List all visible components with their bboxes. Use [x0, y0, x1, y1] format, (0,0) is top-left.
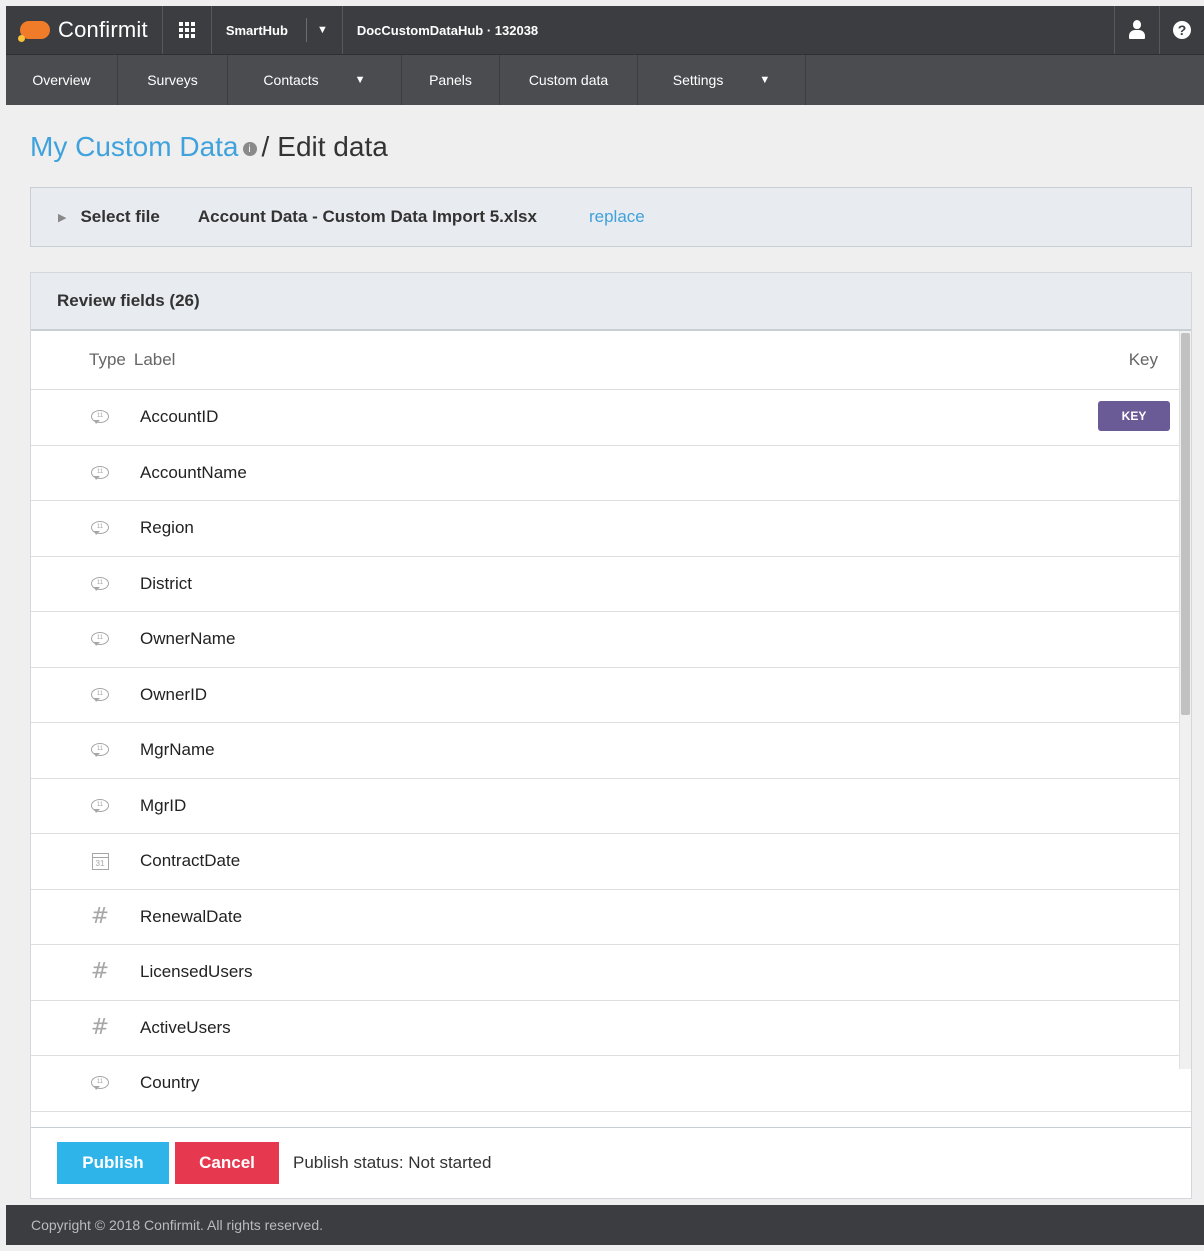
- expand-arrow-icon[interactable]: ▶: [58, 211, 66, 224]
- app-launcher-button[interactable]: [161, 6, 212, 54]
- fields-list[interactable]: 11 AccountID KEY 11 AccountName 11 Region 11 Dis…: [31, 390, 1191, 1128]
- breadcrumb-my-custom-data[interactable]: My Custom Data: [30, 131, 239, 163]
- table-row[interactable]: # LicensedUsers: [31, 945, 1191, 1001]
- text-icon: 11: [90, 576, 110, 591]
- chevron-down-icon: ▼: [354, 74, 366, 86]
- help-icon: ?: [1173, 21, 1191, 39]
- number-icon: #: [90, 903, 110, 929]
- field-label: ContractDate: [140, 851, 241, 871]
- field-label: RenewalDate: [140, 906, 243, 926]
- text-icon: 11: [90, 410, 110, 425]
- nav-label: Panels: [429, 72, 472, 88]
- table-row[interactable]: 11 MgrName: [31, 723, 1191, 779]
- panel-title: Review fields (26): [31, 273, 1191, 331]
- chevron-down-icon: ▼: [759, 74, 771, 86]
- help-button[interactable]: ?: [1159, 6, 1204, 54]
- main-nav: Overview Surveys Contacts ▼ Panels Custo…: [6, 54, 1204, 105]
- table-row[interactable]: 11 AccountName: [31, 446, 1191, 501]
- copyright: Copyright © 2018 Confirmit. All rights r…: [6, 1205, 1204, 1245]
- column-label: Label: [133, 350, 176, 369]
- nav-label: Overview: [32, 72, 91, 88]
- info-icon[interactable]: i: [242, 142, 257, 156]
- text-icon: 11: [90, 521, 110, 536]
- nav-label: Surveys: [147, 72, 198, 88]
- field-label: Country: [140, 1073, 200, 1093]
- table-row[interactable]: 11GeoLoc: [31, 1112, 1191, 1129]
- publish-button[interactable]: Publish: [57, 1142, 169, 1184]
- field-label: OwnerID: [140, 684, 208, 704]
- divider: [305, 18, 307, 42]
- replace-link[interactable]: replace: [589, 207, 645, 227]
- table-row[interactable]: # RenewalDate: [31, 890, 1191, 945]
- publish-status: Publish status: Not started: [293, 1153, 492, 1172]
- nav-label: Contacts: [263, 72, 319, 88]
- nav-custom-data[interactable]: Custom data: [500, 55, 638, 105]
- date-icon: 31: [90, 852, 110, 870]
- table-row[interactable]: 11 MgrID: [31, 779, 1191, 834]
- field-label: AccountID: [140, 407, 219, 427]
- file-name: Account Data - Custom Data Import 5.xlsx: [197, 207, 537, 226]
- hub-selector[interactable]: SmartHub ▼: [212, 6, 342, 54]
- table-header: Type Label Key: [31, 331, 1191, 390]
- project-name: DocCustomDataHub · 132038: [341, 6, 538, 54]
- table-row[interactable]: 11 District: [31, 557, 1191, 612]
- field-label: OwnerName: [140, 629, 236, 649]
- nav-label: Custom data: [528, 72, 609, 88]
- nav-overview[interactable]: Overview: [6, 55, 118, 105]
- text-icon: 11: [90, 798, 110, 813]
- cancel-button[interactable]: Cancel: [175, 1142, 279, 1184]
- table-row[interactable]: 11 OwnerName: [31, 612, 1191, 668]
- user-button[interactable]: [1114, 6, 1159, 54]
- hub-name: SmartHub: [225, 22, 288, 38]
- nav-panels[interactable]: Panels: [402, 55, 500, 105]
- table-row[interactable]: # ActiveUsers: [31, 1001, 1191, 1056]
- review-fields-panel: Review fields (26) Type Label Key 11 Acco…: [30, 272, 1192, 1199]
- field-label: LicensedUsers: [140, 962, 253, 982]
- table-row[interactable]: 11 OwnerID: [31, 668, 1191, 723]
- nav-settings[interactable]: Settings ▼: [638, 55, 806, 105]
- table-row[interactable]: 11 Region: [31, 501, 1191, 557]
- nav-contacts[interactable]: Contacts ▼: [228, 55, 402, 105]
- field-label: MgrID: [140, 795, 187, 815]
- number-icon: #: [90, 959, 110, 985]
- column-key: Key: [1128, 350, 1158, 369]
- select-file-bar: ▶ Select file Account Data - Custom Data…: [30, 187, 1192, 247]
- text-icon: 11: [90, 1076, 110, 1091]
- text-icon: 11: [90, 687, 110, 702]
- text-icon: 11: [90, 743, 110, 758]
- grid-icon: [178, 22, 195, 38]
- user-icon: [1128, 20, 1146, 40]
- brand-name: Confirmit: [58, 17, 148, 42]
- table-row[interactable]: 31 ContractDate: [31, 834, 1191, 890]
- select-file-toggle[interactable]: Select file: [80, 207, 159, 227]
- field-label: MgrName: [140, 740, 215, 760]
- brand[interactable]: Confirmit: [6, 6, 162, 54]
- field-label: ActiveUsers: [140, 1017, 231, 1037]
- text-icon: 11: [90, 465, 110, 480]
- table-row[interactable]: 11 AccountID KEY: [31, 390, 1191, 446]
- field-label: AccountName: [140, 462, 247, 482]
- field-label: Region: [140, 518, 194, 538]
- confirmit-logo-icon: [16, 18, 50, 42]
- scrollbar-thumb[interactable]: [1181, 333, 1190, 715]
- text-icon: 11: [90, 632, 110, 647]
- key-badge[interactable]: KEY: [1098, 401, 1170, 431]
- number-icon: #: [90, 1014, 110, 1040]
- column-type: Type: [89, 350, 126, 369]
- chevron-down-icon: ▼: [316, 24, 328, 36]
- field-label: District: [140, 573, 192, 593]
- page-title: My Custom Data i / Edit data: [30, 131, 388, 163]
- page-heading: Edit data: [277, 131, 388, 162]
- table-row[interactable]: 11 Country: [31, 1056, 1191, 1112]
- nav-surveys[interactable]: Surveys: [118, 55, 228, 105]
- action-bar: Publish Cancel Publish status: Not start…: [31, 1127, 1191, 1198]
- top-bar: Confirmit SmartHub ▼ DocCustomDataHub · …: [6, 6, 1204, 54]
- scrollbar[interactable]: [1179, 331, 1191, 1069]
- breadcrumb-separator: /: [261, 131, 270, 162]
- nav-label: Settings: [672, 72, 724, 88]
